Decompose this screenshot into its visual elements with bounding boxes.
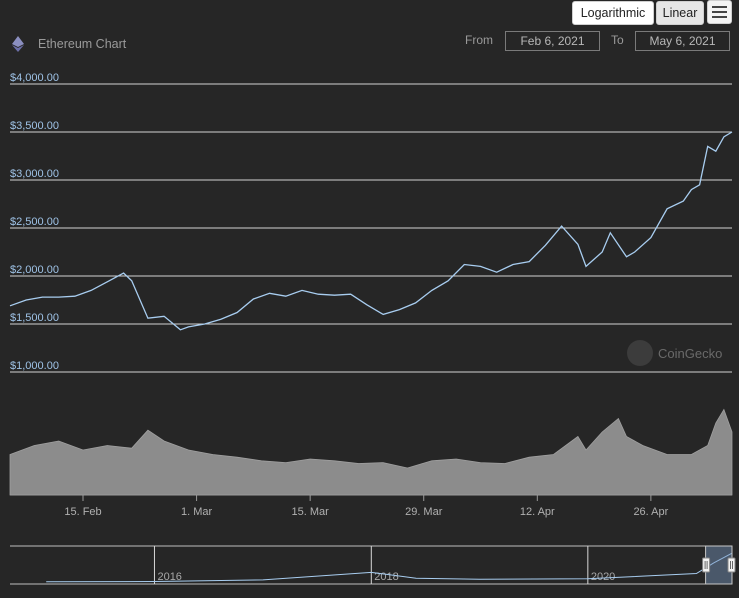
price-chart[interactable]: $1,000.00 $1,500.00 $2,000.00 $2,500.00 $3,0…: [0, 0, 739, 598]
x-tick-label: 26. Apr: [633, 506, 668, 518]
navigator-year-label: 2020: [591, 571, 615, 583]
x-tick-label: 1. Mar: [181, 506, 213, 518]
x-tick-label: 29. Mar: [405, 506, 443, 518]
y-tick-label: $2,000.00: [10, 264, 59, 276]
coingecko-logo-icon: [627, 340, 653, 366]
volume-area: [9, 408, 733, 496]
price-line: [9, 131, 733, 331]
navigator-right-handle[interactable]: [727, 557, 736, 573]
y-tick-label: $3,000.00: [10, 168, 59, 180]
y-tick-label: $1,500.00: [10, 312, 59, 324]
y-tick-label: $1,000.00: [10, 360, 59, 372]
x-tick-label: 12. Apr: [520, 506, 555, 518]
x-tick-label: 15. Mar: [292, 506, 330, 518]
y-tick-label: $3,500.00: [10, 120, 59, 132]
y-tick-label: $2,500.00: [10, 216, 59, 228]
navigator-left-handle[interactable]: [702, 557, 711, 573]
x-tick-label: 15. Feb: [64, 506, 101, 518]
watermark-text: CoinGecko: [658, 346, 722, 361]
coingecko-watermark: CoinGecko: [627, 340, 722, 366]
y-tick-label: $4,000.00: [10, 72, 59, 84]
